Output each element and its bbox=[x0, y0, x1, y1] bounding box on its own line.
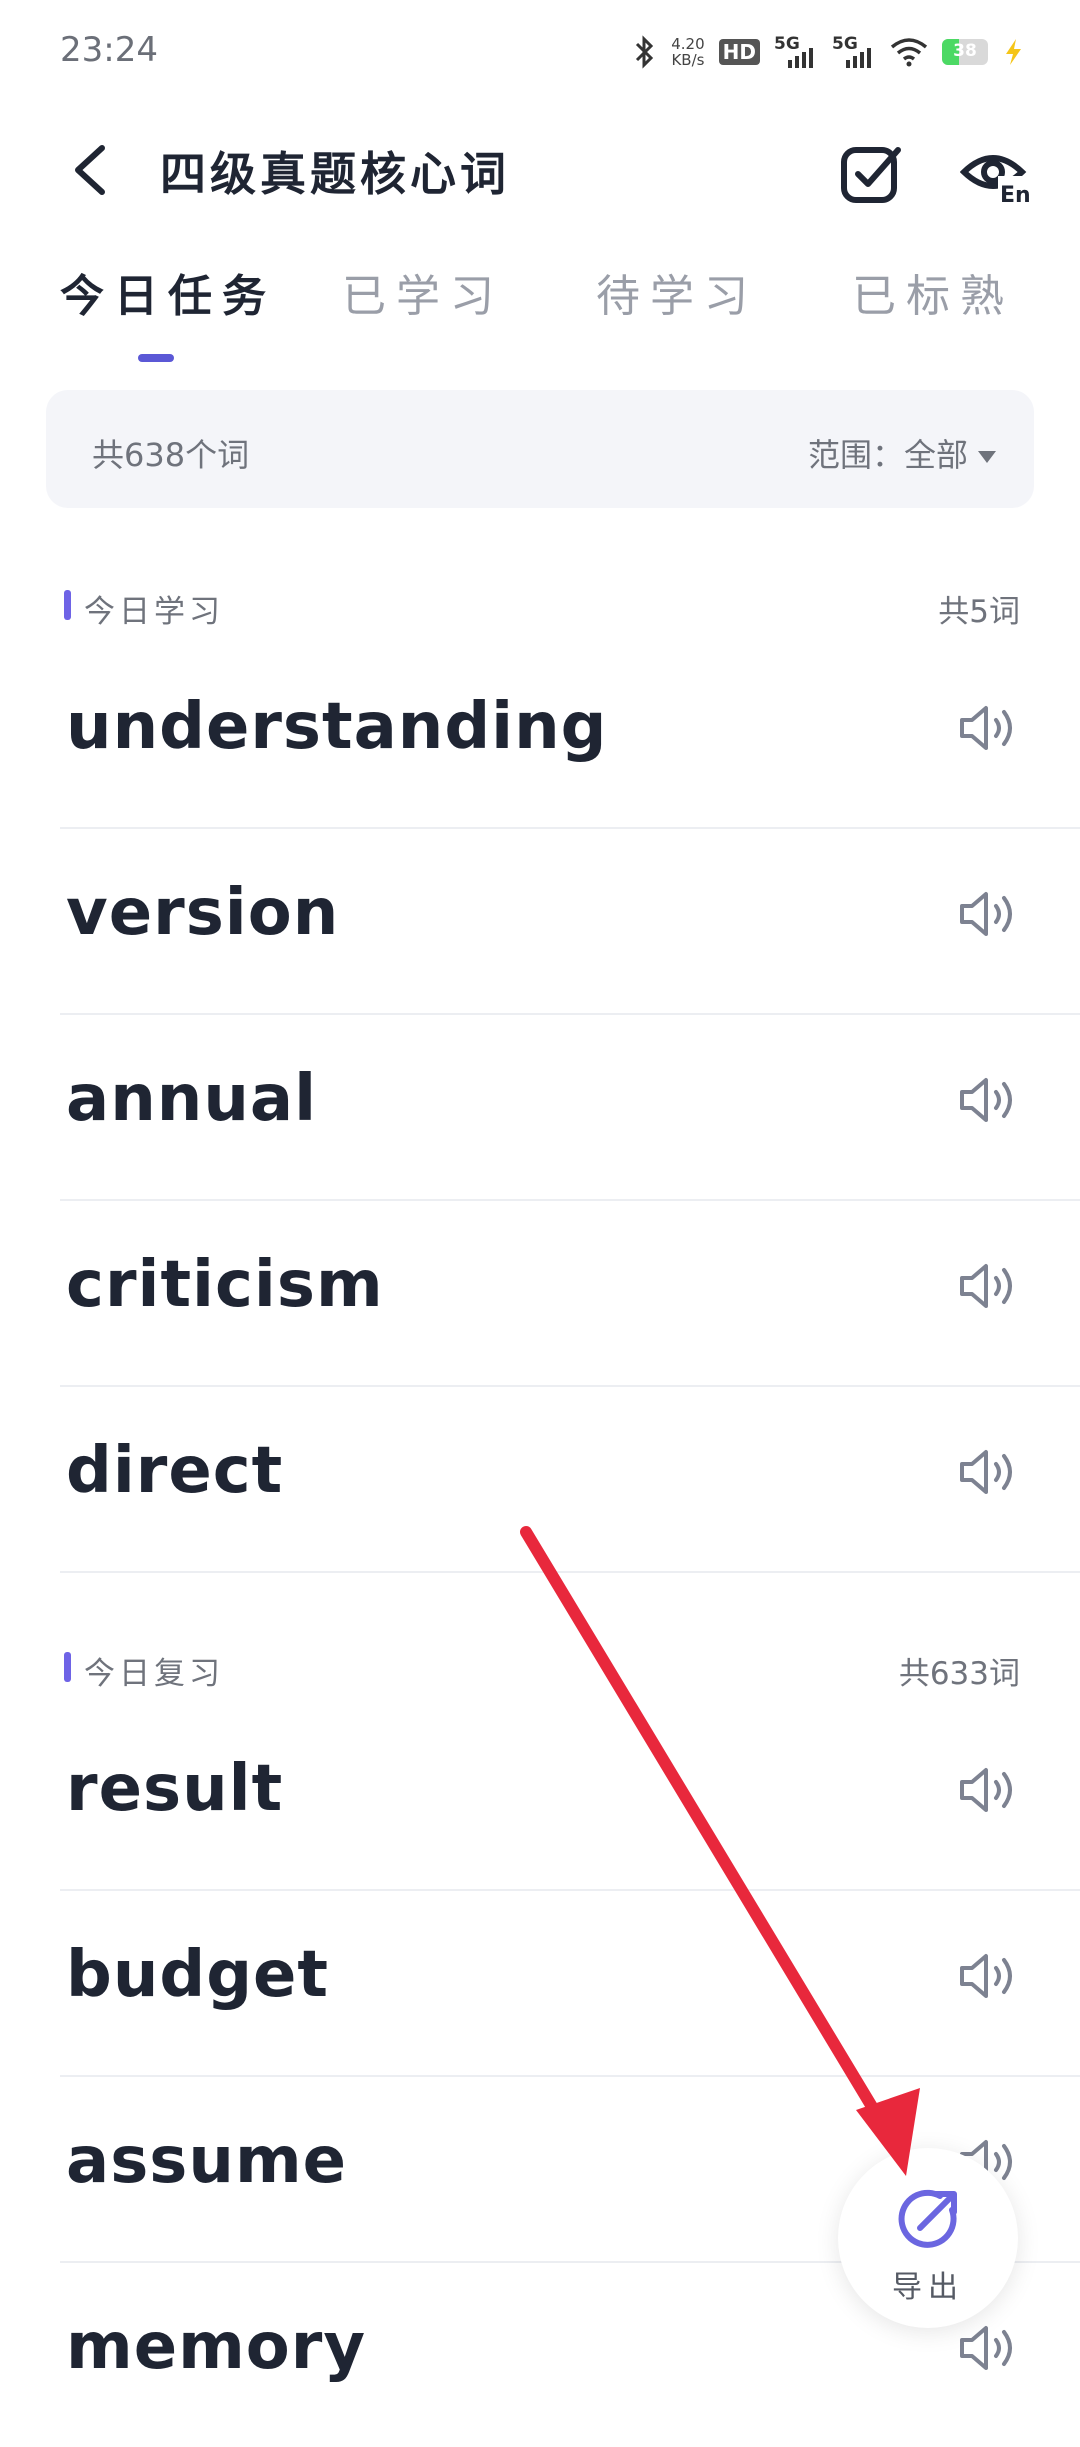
section-total: 共5词 bbox=[938, 594, 1020, 630]
charging-icon bbox=[1006, 39, 1021, 65]
caret-down-icon bbox=[978, 451, 996, 463]
word-text: direct bbox=[66, 1434, 284, 1508]
word-text: annual bbox=[66, 1062, 317, 1136]
speaker-icon[interactable] bbox=[958, 1074, 1020, 1126]
tab-marked-familiar[interactable]: 已标熟 bbox=[852, 260, 1014, 324]
section-accent-bar bbox=[64, 1652, 71, 1682]
export-icon bbox=[898, 2189, 957, 2248]
net-speed-value: 4.20 bbox=[671, 35, 705, 53]
battery-icon: 38 bbox=[942, 39, 988, 65]
word-row[interactable]: criticism bbox=[60, 1200, 1080, 1387]
word-row[interactable]: budget bbox=[60, 1890, 1080, 2077]
tab-today-task[interactable]: 今日任务 bbox=[60, 260, 276, 324]
speaker-icon[interactable] bbox=[958, 1950, 1020, 2002]
bluetooth-icon bbox=[636, 35, 654, 69]
export-button[interactable]: 导出 bbox=[838, 2148, 1018, 2328]
tab-active-indicator bbox=[138, 354, 174, 362]
word-text: version bbox=[66, 876, 340, 950]
status-icons: 4.20 KB/s HD 5G 5G 38 bbox=[631, 34, 1024, 70]
range-label: 范围： bbox=[807, 436, 904, 474]
summary-card: 共638个词 范围：全部 bbox=[46, 390, 1034, 508]
speaker-icon[interactable] bbox=[958, 888, 1020, 940]
tab-bar: 今日任务 已学习 待学习 已标熟 bbox=[0, 260, 1080, 370]
word-row[interactable]: version bbox=[60, 828, 1080, 1015]
section-label: 今日学习 bbox=[84, 594, 224, 630]
status-bar: 23:24 4.20 KB/s HD 5G 5G 38 bbox=[0, 0, 1080, 110]
net-speed-unit: KB/s bbox=[671, 51, 705, 69]
word-text: budget bbox=[66, 1938, 329, 2012]
app-header: 四级真题核心词 En bbox=[0, 120, 1080, 220]
speaker-icon[interactable] bbox=[958, 1446, 1020, 1498]
checkbox-select-icon[interactable] bbox=[836, 138, 906, 208]
section-total: 共633词 bbox=[898, 1656, 1020, 1692]
word-text: criticism bbox=[66, 1248, 384, 1322]
hd-badge: HD bbox=[718, 39, 760, 65]
section-header-today-learn: 今日学习 共5词 bbox=[64, 586, 1020, 630]
word-text: understanding bbox=[66, 690, 608, 764]
section-header-today-review: 今日复习 共633词 bbox=[64, 1648, 1020, 1692]
speaker-icon[interactable] bbox=[958, 2322, 1020, 2374]
status-time: 23:24 bbox=[60, 30, 158, 70]
word-text: result bbox=[66, 1752, 284, 1826]
speaker-icon[interactable] bbox=[958, 702, 1020, 754]
word-row[interactable]: result bbox=[60, 1704, 1080, 1891]
tab-learned[interactable]: 已学习 bbox=[342, 260, 504, 324]
export-label: 导出 bbox=[892, 2270, 964, 2305]
sim2-signal-icon: 5G bbox=[832, 34, 876, 70]
back-arrow-icon[interactable] bbox=[66, 142, 116, 198]
word-text: memory bbox=[66, 2310, 367, 2384]
speaker-icon[interactable] bbox=[958, 1260, 1020, 1312]
tab-to-learn[interactable]: 待学习 bbox=[596, 260, 758, 324]
speaker-icon[interactable] bbox=[958, 1764, 1020, 1816]
svg-text:En: En bbox=[1000, 183, 1030, 208]
eye-english-toggle-icon[interactable]: En bbox=[960, 138, 1030, 208]
section-accent-bar bbox=[64, 590, 71, 620]
word-row[interactable]: direct bbox=[60, 1386, 1080, 1573]
word-row[interactable]: understanding bbox=[60, 642, 1080, 829]
word-count: 共638个词 bbox=[92, 436, 250, 474]
range-dropdown[interactable]: 范围：全部 bbox=[808, 430, 996, 476]
word-row[interactable]: annual bbox=[60, 1014, 1080, 1201]
battery-level: 38 bbox=[953, 41, 977, 61]
net-speed: 4.20 KB/s bbox=[671, 36, 704, 68]
section-label: 今日复习 bbox=[84, 1656, 224, 1692]
sim1-signal-icon: 5G bbox=[774, 34, 818, 70]
word-text: assume bbox=[66, 2124, 348, 2198]
wifi-icon bbox=[890, 38, 928, 67]
page-title: 四级真题核心词 bbox=[160, 147, 510, 201]
range-value: 全部 bbox=[903, 436, 968, 474]
